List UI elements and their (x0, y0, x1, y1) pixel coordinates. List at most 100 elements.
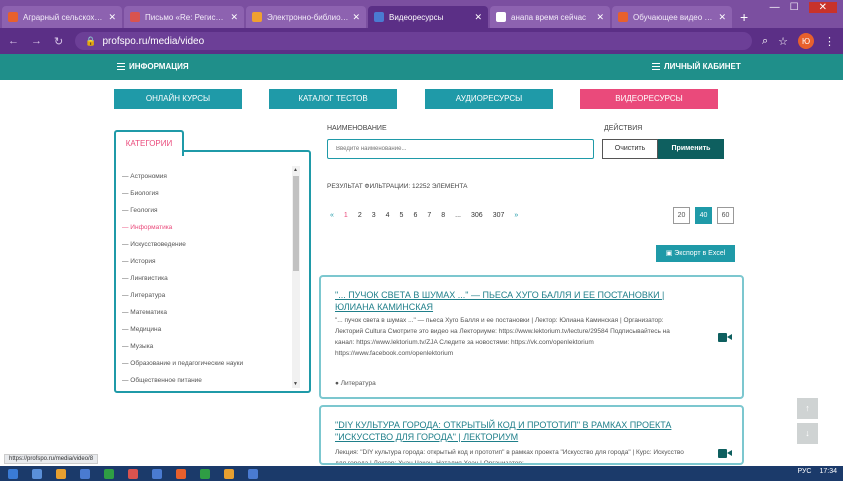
test-catalog-button[interactable]: КАТАЛОГ ТЕСТОВ (269, 89, 397, 109)
taskbar-app-icon[interactable] (80, 468, 90, 479)
avatar[interactable]: Ю (798, 33, 814, 49)
categories-title: КАТЕГОРИИ (114, 130, 184, 156)
browser-tab[interactable]: Электронно-библиотеч ✕ (246, 6, 366, 28)
category-item[interactable]: — Астрономия (122, 168, 292, 185)
scroll-top-button[interactable]: ↑ (797, 398, 818, 419)
taskbar-app-icon[interactable] (32, 468, 42, 479)
close-icon[interactable]: ✕ (230, 12, 238, 23)
close-icon[interactable]: ✕ (108, 12, 116, 23)
tab-favicon-icon (374, 12, 384, 22)
video-card: "DIY КУЛЬТУРА ГОРОДА: ОТКРЫТЫЙ КОД И ПРО… (319, 405, 744, 465)
page-link[interactable]: 306 (471, 212, 483, 219)
browser-tab[interactable]: Обучающее видео для ✕ (612, 6, 732, 28)
page-link[interactable]: 8 (441, 212, 445, 219)
address-bar: ← → ↻ 🔒 profspo.ru/media/video ⌕ ☆ Ю ⋮ (0, 28, 843, 54)
clear-button[interactable]: Очистить (602, 139, 658, 159)
video-camera-icon (718, 333, 732, 342)
page-link[interactable]: 6 (413, 212, 417, 219)
close-icon[interactable]: ✕ (352, 12, 360, 23)
category-item[interactable]: — Медицина (122, 321, 292, 338)
per-page-20[interactable]: 20 (673, 207, 690, 224)
close-icon[interactable]: ✕ (596, 12, 604, 23)
export-excel-button[interactable]: ▣ Экспорт в Excel (656, 245, 735, 262)
category-item[interactable]: — Общественное питание (122, 372, 292, 389)
page-link[interactable]: 2 (358, 212, 362, 219)
start-icon[interactable] (8, 468, 18, 479)
per-page-60[interactable]: 60 (717, 207, 734, 224)
menu-dots-icon[interactable]: ⋮ (824, 35, 835, 48)
browser-tab[interactable]: Письмо «Re: Регистрац ✕ (124, 6, 244, 28)
taskbar-app-icon[interactable] (224, 468, 234, 479)
maximize-icon[interactable]: ☐ (790, 2, 799, 13)
back-icon[interactable]: ← (8, 35, 19, 47)
bookmark-star-icon[interactable]: ☆ (778, 35, 788, 48)
lock-icon: 🔒 (85, 35, 97, 46)
category-item[interactable]: — Искусствоведение (122, 236, 292, 253)
page-link[interactable]: 5 (400, 212, 404, 219)
taskbar-app-icon[interactable] (56, 468, 66, 479)
chrome-icon[interactable] (248, 468, 258, 479)
name-search-input[interactable] (327, 139, 594, 159)
info-menu[interactable]: ИНФОРМАЦИЯ (117, 62, 189, 71)
actions-label: ДЕЙСТВИЯ (604, 125, 643, 132)
browser-tab[interactable]: Аграрный сельскохозяй ✕ (2, 6, 122, 28)
category-item[interactable]: — Литература (122, 287, 292, 304)
account-menu-label: ЛИЧНЫЙ КАБИНЕТ (664, 62, 741, 71)
window-close-icon[interactable]: ✕ (808, 2, 837, 13)
category-item[interactable]: — История (122, 253, 292, 270)
browser-tab[interactable]: анапа время сейчас ✕ (490, 6, 610, 28)
video-card-title[interactable]: "... ПУЧОК СВЕТА В ШУМАХ ..." — ПЬЕСА ХУ… (335, 289, 673, 313)
taskbar-app-icon[interactable] (104, 468, 114, 479)
page-link[interactable]: 3 (372, 212, 376, 219)
mail-icon (130, 12, 140, 22)
category-item[interactable]: — Математика (122, 304, 292, 321)
page-link[interactable]: 4 (386, 212, 390, 219)
video-card-tag[interactable]: ● Литература (335, 380, 376, 387)
page-link[interactable]: 7 (427, 212, 431, 219)
forward-icon[interactable]: → (31, 35, 42, 47)
taskbar-app-icon[interactable] (176, 468, 186, 479)
search-icon[interactable]: ⌕ (762, 35, 768, 48)
pagination: « 1 2 3 4 5 6 7 8 ... 306 307 » (330, 212, 518, 219)
scroll-up-icon[interactable]: ▲ (293, 167, 298, 173)
language-indicator[interactable]: РУС (797, 468, 811, 475)
taskbar-app-icon[interactable] (152, 468, 162, 479)
close-icon[interactable]: ✕ (718, 12, 726, 23)
category-item[interactable]: — Геология (122, 202, 292, 219)
new-tab-button[interactable]: + (740, 6, 748, 28)
browser-tab-active[interactable]: Видеоресурсы ✕ (368, 6, 488, 28)
per-page-40[interactable]: 40 (695, 207, 712, 224)
category-item-selected[interactable]: — Информатика (122, 219, 292, 236)
export-excel-label: Экспорт в Excel (674, 250, 726, 257)
scroll-down-icon[interactable]: ▼ (293, 381, 298, 387)
category-item[interactable]: — Образование и педагогические науки (122, 355, 292, 372)
audio-resources-button[interactable]: АУДИОРЕСУРСЫ (425, 89, 553, 109)
taskbar-app-icon[interactable] (128, 468, 138, 479)
prev-page-button[interactable]: « (330, 212, 334, 219)
taskbar-app-icon[interactable] (200, 468, 210, 479)
categories-scrollbar-thumb[interactable] (293, 176, 299, 271)
page-ellipsis: ... (455, 212, 461, 219)
next-page-button[interactable]: » (514, 212, 518, 219)
category-item[interactable]: — Биология (122, 185, 292, 202)
video-card-description: "... пучок света в шумах ..." — пьеса Ху… (335, 317, 670, 357)
video-card-title[interactable]: "DIY КУЛЬТУРА ГОРОДА: ОТКРЫТЫЙ КОД И ПРО… (335, 419, 673, 443)
filter-result-count: РЕЗУЛЬТАТ ФИЛЬТРАЦИИ: 12252 ЭЛЕМЕНТА (327, 183, 468, 190)
hamburger-icon (652, 63, 660, 71)
url-input[interactable]: 🔒 profspo.ru/media/video (75, 32, 752, 50)
reload-icon[interactable]: ↻ (54, 35, 63, 48)
close-icon[interactable]: ✕ (474, 12, 482, 23)
url-text: profspo.ru/media/video (102, 35, 205, 47)
category-item[interactable]: — Лингвистика (122, 270, 292, 287)
scroll-bottom-button[interactable]: ↓ (797, 423, 818, 444)
video-resources-button[interactable]: ВИДЕОРЕСУРСЫ (580, 89, 718, 109)
page-link[interactable]: 307 (493, 212, 505, 219)
minimize-icon[interactable]: — (770, 2, 780, 13)
page-link-current[interactable]: 1 (344, 212, 348, 219)
account-menu[interactable]: ЛИЧНЫЙ КАБИНЕТ (652, 62, 741, 71)
category-item[interactable]: — Музыка (122, 338, 292, 355)
online-courses-button[interactable]: ОНЛАЙН КУРСЫ (114, 89, 242, 109)
video-card: "... ПУЧОК СВЕТА В ШУМАХ ..." — ПЬЕСА ХУ… (319, 275, 744, 399)
apply-button[interactable]: Применить (658, 139, 724, 159)
hamburger-icon (117, 63, 125, 71)
